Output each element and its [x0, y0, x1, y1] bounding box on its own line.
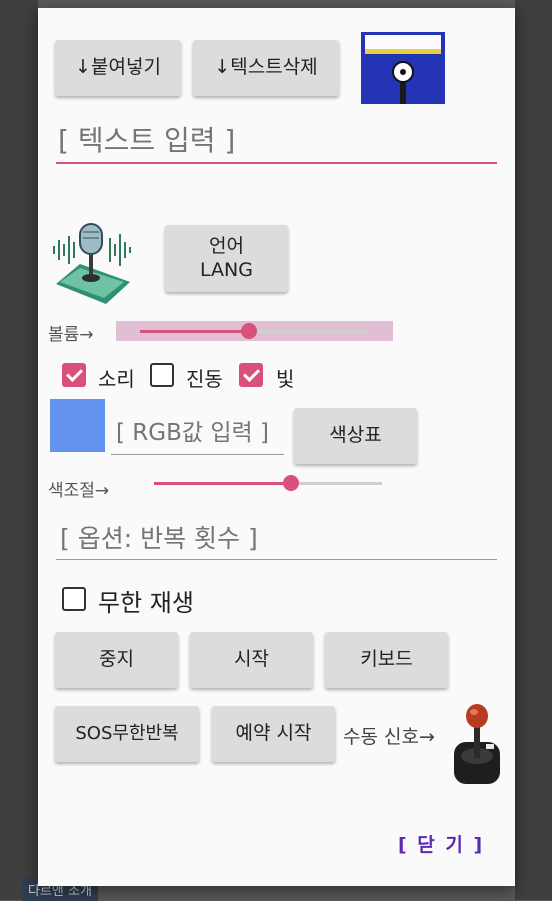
vibration-checkbox[interactable]: [150, 363, 174, 387]
color-adjust-label: 색조절→: [48, 481, 110, 501]
sound-label: 소리: [98, 367, 135, 391]
rgb-input[interactable]: [116, 416, 286, 450]
repeat-count-underline: [56, 559, 497, 560]
start-button[interactable]: 시작: [190, 632, 313, 688]
paste-button[interactable]: ↓붙여넣기: [55, 40, 181, 96]
color-adjust-fill: [154, 482, 291, 485]
language-button[interactable]: 언어 LANG: [165, 225, 288, 292]
floppy-disk-icon[interactable]: [361, 32, 445, 104]
background-panel-right: [515, 0, 552, 900]
manual-signal-label: 수동 신호→: [343, 726, 435, 748]
light-checkbox[interactable]: [239, 363, 263, 387]
keyboard-button[interactable]: 키보드: [325, 632, 448, 688]
light-label: 빛: [276, 367, 295, 391]
color-adjust-thumb[interactable]: [283, 475, 299, 491]
stop-button[interactable]: 중지: [55, 632, 178, 688]
infinite-play-checkbox[interactable]: [62, 587, 86, 611]
schedule-start-button[interactable]: 예약 시작: [212, 706, 335, 762]
joystick-icon[interactable]: [448, 702, 504, 786]
volume-label: 볼륨→: [48, 325, 94, 345]
microphone-icon[interactable]: [50, 220, 134, 306]
color-swatch[interactable]: [50, 399, 105, 452]
delete-text-button[interactable]: ↓텍스트삭제: [193, 40, 339, 96]
rgb-input-underline: [111, 454, 284, 455]
repeat-count-input[interactable]: [60, 520, 490, 556]
color-palette-button[interactable]: 색상표: [294, 408, 417, 464]
signal-dialog: ↓붙여넣기 ↓텍스트삭제 [텍스트 입력] 언어 LANG 볼륨→ 소리 진…: [38, 8, 515, 886]
text-input[interactable]: [58, 120, 488, 160]
sos-infinite-button[interactable]: SOS무한반복: [55, 706, 199, 762]
language-button-line2: LANG: [200, 258, 253, 281]
vibration-label: 진동: [186, 367, 223, 391]
background-panel-left: [0, 0, 38, 900]
language-button-line1: 언어: [209, 234, 244, 257]
text-input-underline: [56, 162, 497, 164]
close-button[interactable]: [ 닫 기 ]: [398, 830, 484, 857]
infinite-play-label: 무한 재생: [98, 589, 194, 617]
volume-slider-thumb[interactable]: [241, 323, 257, 339]
volume-slider-fill: [140, 330, 249, 333]
sound-checkbox[interactable]: [62, 363, 86, 387]
